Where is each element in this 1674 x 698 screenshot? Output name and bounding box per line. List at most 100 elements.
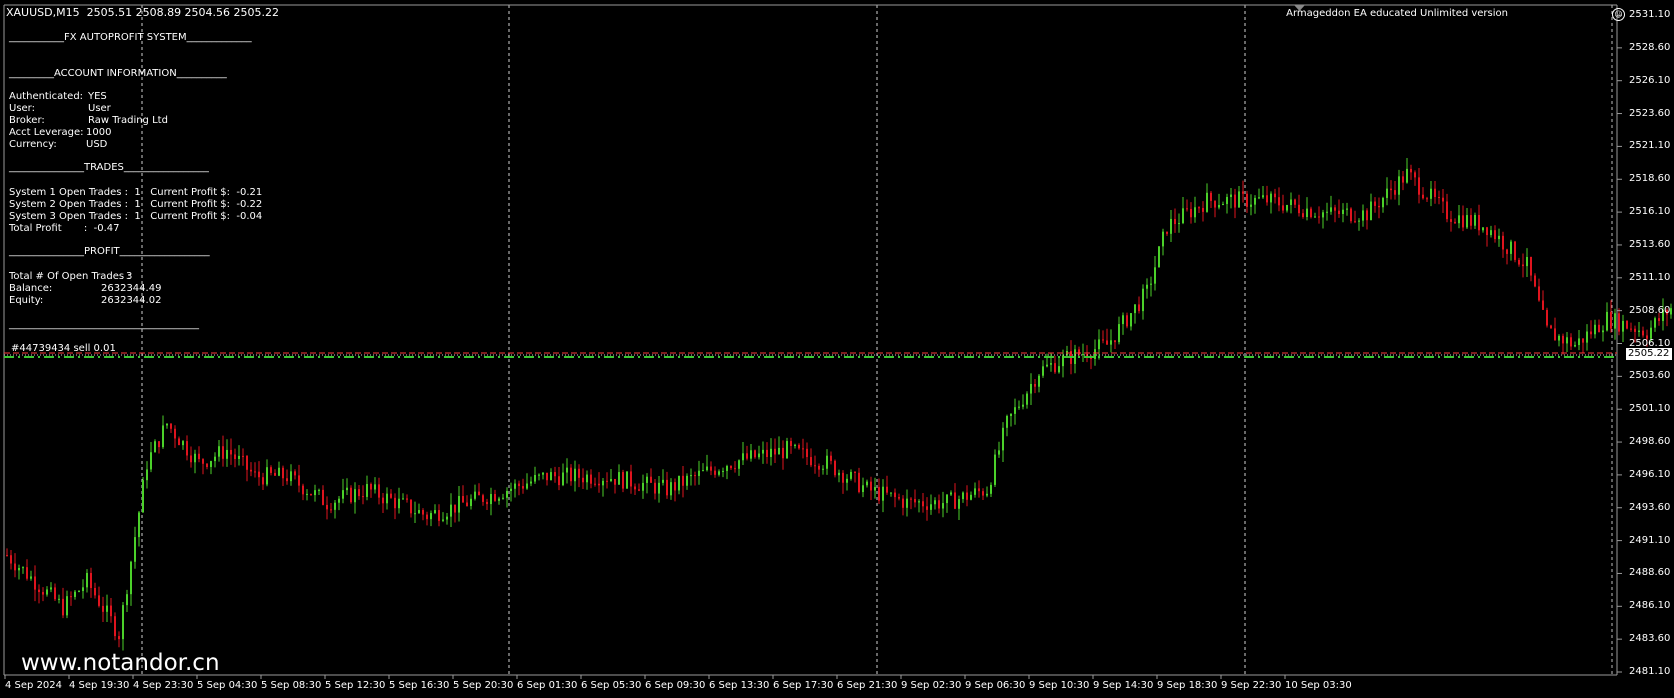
broker-label: Broker: xyxy=(9,115,45,126)
system-1-trades: System 1 Open Trades : 1 Current Profit … xyxy=(9,187,263,198)
candle-body xyxy=(1334,207,1336,211)
candle-body xyxy=(766,449,768,457)
candle-body xyxy=(434,510,436,514)
smiley-icon[interactable]: ☺ xyxy=(1612,8,1625,21)
candle-body xyxy=(778,447,780,455)
candle-body xyxy=(486,501,488,505)
candle-body xyxy=(1394,190,1396,195)
candle-body xyxy=(958,499,960,509)
candle-body xyxy=(1202,208,1204,212)
profit-heading: _______________PROFIT__________________ xyxy=(9,246,210,257)
candle-body xyxy=(1230,194,1232,197)
candle-body xyxy=(1402,176,1404,183)
candle-body xyxy=(1258,197,1260,199)
candle-body xyxy=(1262,195,1264,198)
candle-body xyxy=(246,455,248,470)
candle-body xyxy=(398,498,400,509)
candle-body xyxy=(630,471,632,487)
candle-body xyxy=(1594,324,1596,335)
candle-body xyxy=(1142,288,1144,312)
candle-body xyxy=(350,487,352,503)
candle-body xyxy=(834,460,836,476)
time-axis-label: 6 Sep 05:30 xyxy=(581,680,642,691)
price-axis-label: 2516.10 xyxy=(1629,206,1671,218)
candle-body xyxy=(270,467,272,473)
candle-body xyxy=(74,591,76,597)
order-label[interactable]: #44739434 sell 0.01 xyxy=(11,343,116,354)
candle-body xyxy=(1062,355,1064,367)
candle-body xyxy=(1630,328,1632,330)
candle-body xyxy=(1550,325,1552,329)
candle-body xyxy=(354,489,356,503)
candle-body xyxy=(1110,340,1112,345)
candle-body xyxy=(1266,195,1268,203)
candle-body xyxy=(954,492,956,509)
price-axis-label: 2483.60 xyxy=(1629,633,1671,645)
candle-body xyxy=(218,446,220,457)
ea-label: Armageddon EA educated Unlimited version xyxy=(1286,8,1508,19)
user-value: User xyxy=(88,103,111,114)
candle-body xyxy=(698,470,700,476)
candle-body xyxy=(230,449,232,455)
candle-body xyxy=(670,482,672,496)
candle-body xyxy=(1082,354,1084,356)
candle-body xyxy=(122,605,124,640)
candle-body xyxy=(550,472,552,481)
candle-body xyxy=(18,567,20,571)
candle-body xyxy=(1442,197,1444,202)
trades-heading: _______________TRADES_________________ xyxy=(9,162,209,173)
candle-body xyxy=(66,596,68,616)
candle-body xyxy=(934,500,936,505)
candle-body xyxy=(542,472,544,475)
candle-body xyxy=(918,501,920,503)
candle-body xyxy=(914,498,916,503)
candle-body xyxy=(826,455,828,469)
candle-body xyxy=(234,454,236,459)
equity-label: Equity: xyxy=(9,295,44,306)
candle-body xyxy=(1302,213,1304,217)
candle-body xyxy=(346,487,348,491)
candle-body xyxy=(174,428,176,439)
price-chart[interactable] xyxy=(0,0,1674,698)
panel-footer-line: ______________________________________ xyxy=(9,319,199,330)
candle-body xyxy=(1514,241,1516,260)
candle-body xyxy=(318,489,320,491)
time-axis-label: 9 Sep 10:30 xyxy=(1029,680,1090,691)
candle-body xyxy=(1074,349,1076,364)
candle-body xyxy=(1574,345,1576,347)
candle-body xyxy=(322,489,324,505)
total-profit: Total Profit : -0.47 xyxy=(9,223,120,234)
candle-body xyxy=(190,455,192,463)
candle-body xyxy=(1498,235,1500,240)
candle-body xyxy=(22,567,24,569)
candle-body xyxy=(1450,219,1452,222)
candle-body xyxy=(1198,207,1200,209)
time-axis-label: 9 Sep 18:30 xyxy=(1157,680,1218,691)
time-axis-label: 9 Sep 22:30 xyxy=(1221,680,1282,691)
candle-body xyxy=(906,498,908,508)
leverage-value: 1000 xyxy=(86,127,112,138)
candle-body xyxy=(690,475,692,477)
candle-body xyxy=(882,486,884,501)
candle-body xyxy=(702,470,704,472)
candle-body xyxy=(294,471,296,476)
candle-body xyxy=(1050,363,1052,365)
candle-body xyxy=(1322,212,1324,218)
candle-body xyxy=(1370,201,1372,221)
candle-body xyxy=(806,448,808,458)
candle-body xyxy=(946,494,948,504)
candle-body xyxy=(1102,339,1104,341)
candle-body xyxy=(1038,375,1040,387)
candle-body xyxy=(462,496,464,503)
candle-body xyxy=(250,469,252,472)
candle-body xyxy=(1042,366,1044,376)
candle-body xyxy=(138,512,140,538)
candle-body xyxy=(1002,427,1004,451)
candle-body xyxy=(758,453,760,458)
candle-body xyxy=(458,496,460,513)
candle-body xyxy=(1494,230,1496,240)
candle-body xyxy=(706,466,708,471)
candle-body xyxy=(730,466,732,469)
candle-body xyxy=(714,470,716,475)
candle-body xyxy=(858,472,860,493)
